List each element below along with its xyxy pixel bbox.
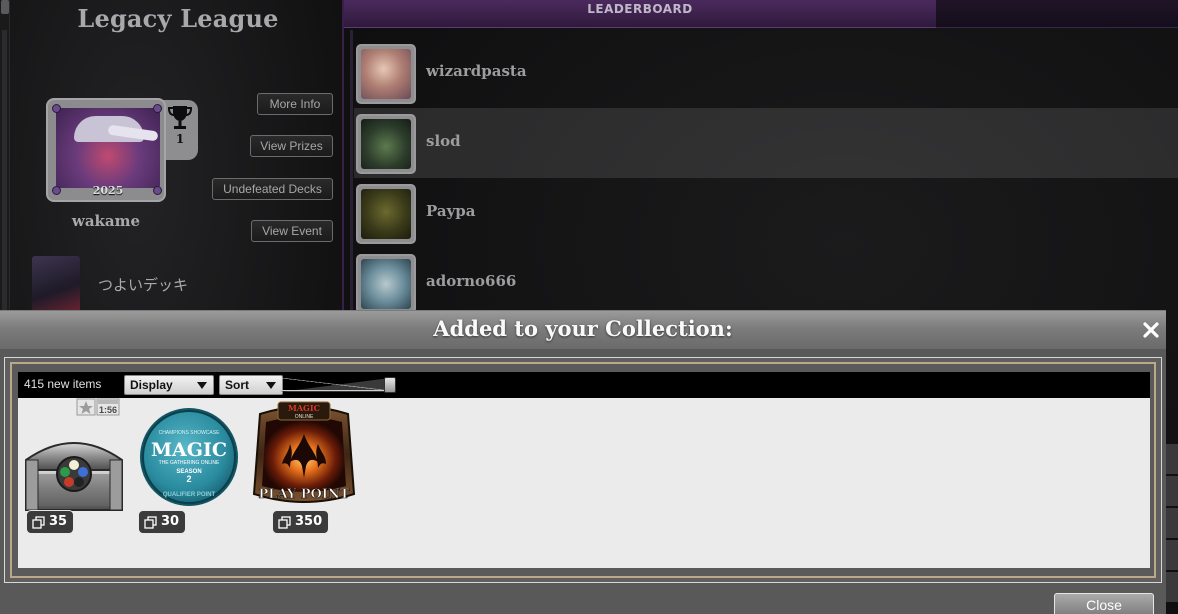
- leaderboard-header-filler: [936, 0, 1178, 28]
- view-prizes-button[interactable]: View Prizes: [250, 135, 333, 157]
- player-avatar: 2025: [46, 98, 166, 202]
- scroll-edge: [1164, 444, 1178, 614]
- collection-dialog: Added to your Collection: 415 new items …: [0, 310, 1166, 614]
- badge-year: 2025: [92, 184, 124, 197]
- close-button[interactable]: Close: [1054, 593, 1154, 614]
- display-dropdown[interactable]: Display: [124, 375, 214, 395]
- new-items-count: 415 new items: [24, 377, 102, 391]
- quantity-badge: 30: [138, 510, 187, 534]
- qualifier-point-item[interactable]: CHAMPIONS SHOWCASE MAGIC THE GATHERING O…: [136, 406, 246, 546]
- deck-box-art: [32, 256, 80, 312]
- dialog-content-frame: 415 new items Display Sort 1:56 35 CHAMP…: [4, 357, 1162, 583]
- quantity-badge: 35: [26, 510, 75, 534]
- leaderboard-divider: [350, 30, 353, 330]
- player-avatar: [356, 254, 416, 314]
- scrollbar-track[interactable]: [2, 30, 7, 310]
- leaderboard-player-name: Paypa: [426, 202, 476, 220]
- edge-block: [1164, 540, 1178, 570]
- edge-block: [1164, 444, 1178, 474]
- copies-icon: [32, 516, 45, 529]
- leaderboard-player-name: wizardpasta: [426, 62, 527, 80]
- leaderboard-row[interactable]: wizardpasta: [354, 38, 1178, 108]
- art-line: PLAY POINT: [259, 487, 350, 502]
- quantity-value: 30: [161, 514, 180, 529]
- chevron-down-icon: [197, 382, 207, 389]
- copies-icon: [144, 516, 157, 529]
- art-line: 2: [186, 474, 191, 484]
- art-line: CHAMPIONS SHOWCASE: [159, 430, 221, 436]
- art-line: MAGIC: [151, 439, 227, 461]
- league-title: Legacy League: [77, 4, 279, 33]
- slider-handle[interactable]: [384, 377, 396, 393]
- avatar-art: [361, 49, 411, 99]
- frame-gem: [153, 104, 162, 113]
- close-icon[interactable]: [1138, 317, 1164, 343]
- deck-row[interactable]: つよいデッキ: [28, 256, 328, 312]
- sort-dropdown[interactable]: Sort: [219, 375, 283, 395]
- edge-block: [1164, 476, 1178, 506]
- avatar-art: [361, 119, 411, 169]
- player-avatar: [356, 114, 416, 174]
- display-dropdown-label: Display: [130, 378, 173, 392]
- leaderboard-row[interactable]: Paypa: [354, 178, 1178, 248]
- leaderboard-row[interactable]: adorno666: [354, 248, 1178, 318]
- play-point-icon: MAGIC ONLINE PLAY POINT: [252, 401, 356, 503]
- dialog-title: Added to your Collection:: [433, 316, 733, 341]
- leaderboard-player-name: adorno666: [426, 272, 517, 290]
- more-info-button[interactable]: More Info: [257, 93, 333, 115]
- art-line: QUALIFIER POINT: [163, 492, 216, 498]
- view-event-button[interactable]: View Event: [251, 220, 333, 242]
- leaderboard-player-name: slod: [426, 132, 461, 150]
- edge-block: [1164, 508, 1178, 538]
- edge-block: [1164, 572, 1178, 602]
- trophy-icon: [167, 106, 193, 129]
- play-point-item[interactable]: MAGIC ONLINE PLAY POINT 350: [250, 401, 360, 546]
- scrollbar-thumb[interactable]: [1, 0, 9, 14]
- card-size-slider[interactable]: [280, 376, 404, 394]
- treasure-chest-icon: [25, 442, 123, 511]
- collection-toolbar: 415 new items Display Sort: [18, 372, 1150, 398]
- dialog-titlebar: Added to your Collection:: [0, 311, 1166, 349]
- leaderboard-tab[interactable]: LEADERBOARD: [344, 0, 936, 28]
- quantity-value: 350: [295, 514, 323, 529]
- tag-label: 1:56: [99, 405, 117, 415]
- avatar-art: [361, 189, 411, 239]
- leaderboard-row[interactable]: slod: [354, 108, 1178, 178]
- slider-baseline: [280, 390, 390, 391]
- undefeated-decks-button[interactable]: Undefeated Decks: [212, 178, 333, 200]
- art-line: THE GATHERING ONLINE: [159, 460, 220, 466]
- quantity-badge: 350: [272, 510, 330, 534]
- player-avatar: [356, 44, 416, 104]
- collection-items-area: 1:56 35 CHAMPIONS SHOWCASE MAGIC THE GAT…: [18, 398, 1150, 568]
- qualifier-point-icon: CHAMPIONS SHOWCASE MAGIC THE GATHERING O…: [140, 408, 238, 506]
- player-card[interactable]: 2025 1: [46, 98, 198, 202]
- frame-gem: [52, 104, 61, 113]
- deck-label: つよいデッキ: [98, 276, 189, 294]
- player-avatar: [356, 184, 416, 244]
- trophy-count: 1: [175, 132, 185, 146]
- art-line: ONLINE: [295, 414, 314, 420]
- avatar-art: [56, 108, 160, 188]
- quantity-value: 35: [49, 514, 68, 529]
- copies-icon: [278, 516, 291, 529]
- tag-icon: 1:56: [76, 398, 120, 416]
- chevron-down-icon: [266, 382, 276, 389]
- player-name: wakame: [71, 212, 141, 230]
- art-line: MAGIC: [288, 403, 320, 413]
- dialog-content: 415 new items Display Sort 1:56 35 CHAMP…: [10, 362, 1156, 578]
- avatar-art: [361, 259, 411, 309]
- sort-dropdown-label: Sort: [225, 378, 249, 392]
- treasure-chest-item[interactable]: 1:56 35: [20, 398, 130, 546]
